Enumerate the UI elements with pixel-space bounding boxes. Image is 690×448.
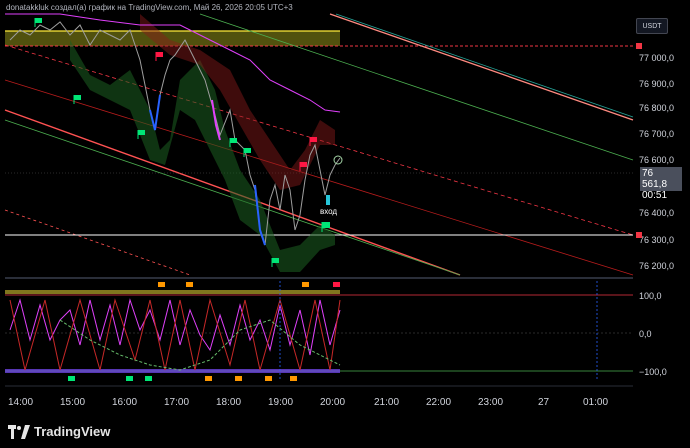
time-tick: 01:00 bbox=[583, 397, 608, 408]
price-tick: 77 000,0 bbox=[639, 53, 674, 63]
osc-flag-icon bbox=[68, 376, 75, 381]
entry-label: вход bbox=[320, 207, 337, 216]
time-tick: 17:00 bbox=[164, 397, 189, 408]
resistance-marker bbox=[636, 43, 642, 49]
time-tick: 22:00 bbox=[426, 397, 451, 408]
osc-flag-icon bbox=[302, 282, 309, 287]
price-tick: 76 600,0 bbox=[639, 155, 674, 165]
osc-flag-icon bbox=[145, 376, 152, 381]
osc-top-strip bbox=[5, 290, 340, 294]
osc-flag-icon bbox=[186, 282, 193, 287]
time-tick: 27 bbox=[538, 397, 550, 408]
osc-flag-icon bbox=[158, 282, 165, 287]
price-tick: 76 700,0 bbox=[639, 129, 674, 139]
oscillator-pane[interactable] bbox=[5, 281, 633, 380]
osc-flag-icon bbox=[290, 376, 297, 381]
price-tick: 76 900,0 bbox=[639, 79, 674, 89]
footer: TradingView bbox=[0, 418, 690, 448]
price-tick: 76 800,0 bbox=[639, 103, 674, 113]
osc-flag-icon bbox=[265, 376, 272, 381]
price-tick: 76 400,0 bbox=[639, 208, 674, 218]
chart-canvas[interactable]: вход 77 000,0 76 900,0 76 800,0 76 700,0… bbox=[0, 0, 690, 418]
price-tick: 76 200,0 bbox=[639, 261, 674, 271]
brand-name: TradingView bbox=[34, 424, 111, 439]
chart-window: вход 77 000,0 76 900,0 76 800,0 76 700,0… bbox=[0, 0, 690, 448]
candle-countdown: 00:51 bbox=[642, 190, 668, 201]
last-price-value: 76 561,8 bbox=[642, 168, 668, 190]
osc-tick: 0,0 bbox=[639, 329, 652, 339]
osc-flag-icon bbox=[126, 376, 133, 381]
time-tick: 20:00 bbox=[320, 397, 345, 408]
time-tick: 14:00 bbox=[8, 397, 33, 408]
osc-flag-icon bbox=[333, 282, 340, 287]
osc-tick: 100,0 bbox=[639, 291, 662, 301]
time-tick: 23:00 bbox=[478, 397, 503, 408]
last-price-badge: 76 561,8 00:51 bbox=[640, 167, 682, 201]
time-tick: 21:00 bbox=[374, 397, 399, 408]
tradingview-logo-icon bbox=[8, 424, 30, 439]
support-marker bbox=[636, 232, 642, 238]
currency-button[interactable]: USDT bbox=[636, 18, 668, 34]
time-tick: 18:00 bbox=[216, 397, 241, 408]
time-tick: 16:00 bbox=[112, 397, 137, 408]
osc-flag-icon bbox=[205, 376, 212, 381]
chart-attribution-header: donatakkluk создал(а) график на TradingV… bbox=[6, 3, 293, 12]
osc-bottom-strip bbox=[5, 369, 340, 373]
price-tick: 76 300,0 bbox=[639, 235, 674, 245]
tradingview-logo[interactable]: TradingView bbox=[8, 424, 110, 439]
time-tick: 15:00 bbox=[60, 397, 85, 408]
osc-tick: −100,0 bbox=[639, 367, 667, 377]
entry-arrow bbox=[326, 195, 330, 205]
time-tick: 19:00 bbox=[268, 397, 293, 408]
osc-flag-icon bbox=[235, 376, 242, 381]
